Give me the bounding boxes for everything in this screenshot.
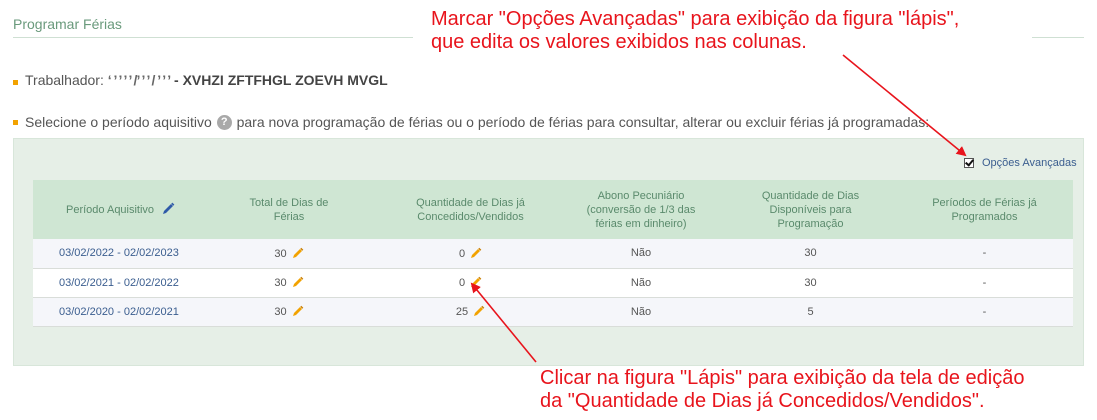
granted-days-cell: 25 [384, 297, 557, 327]
table-row[interactable]: 03/02/2021 - 02/02/2022 30 0 Não 30 - [33, 268, 1073, 298]
help-icon[interactable]: ? [216, 115, 232, 130]
column-header-available: Quantidade de Dias Disponíveis para Prog… [725, 180, 896, 239]
column-header-granted: Quantidade de Dias já Concedidos/Vendido… [384, 180, 557, 239]
vacation-periods-table: Período Aquisitivo Total de Dias de Féri… [33, 180, 1073, 327]
instruction-text-before: Selecione o período aquisitivo [25, 114, 212, 130]
instruction-text-after: para nova programação de férias ou o per… [236, 114, 930, 130]
edit-pencil-icon[interactable] [162, 202, 175, 215]
pencil-icon[interactable] [470, 276, 482, 288]
annotation-pencil-click: Clicar na figura "Lápis" para exibição d… [540, 367, 1025, 412]
vacation-periods-panel: Opções Avançadas Período Aquisitivo Tota… [13, 138, 1084, 366]
pencil-icon[interactable] [292, 305, 304, 317]
granted-days-cell: 0 [384, 268, 557, 298]
programmed-periods-cell: - [896, 239, 1073, 269]
advanced-options-checkbox[interactable] [964, 158, 974, 168]
period-link[interactable]: 03/02/2020 - 02/02/2021 [33, 297, 194, 327]
table-header-row: Período Aquisitivo Total de Dias de Féri… [33, 180, 1073, 239]
column-header-abono: Abono Pecuniário (conversão de 1/3 das f… [557, 180, 725, 239]
worker-label: Trabalhador: [25, 72, 104, 88]
title-divider-right [1032, 37, 1084, 38]
worker-id: ‘ ’ ’ ’ ’ /’ ’ ’ / ’ ’ ’ [107, 72, 171, 88]
table-row[interactable]: 03/02/2022 - 02/02/2023 30 0 Não 30 - [33, 239, 1073, 269]
abono-cell: Não [557, 297, 725, 327]
instruction-line: Selecione o período aquisitivo ? para no… [25, 114, 929, 130]
column-header-total: Total de Dias de Férias [194, 180, 384, 239]
total-days-cell: 30 [194, 297, 384, 327]
period-link[interactable]: 03/02/2021 - 02/02/2022 [33, 268, 194, 298]
title-divider [13, 37, 413, 38]
abono-cell: Não [557, 268, 725, 298]
bullet-icon [13, 120, 18, 125]
advanced-options-toggle[interactable]: Opções Avançadas [964, 157, 1077, 169]
period-link[interactable]: 03/02/2022 - 02/02/2023 [33, 239, 194, 269]
pencil-icon[interactable] [292, 276, 304, 288]
granted-days-cell: 0 [384, 239, 557, 269]
advanced-options-label[interactable]: Opções Avançadas [982, 157, 1077, 169]
worker-name: - XVHZI ZFTFHGL ZOEVH MVGL [174, 72, 388, 88]
available-days-cell: 30 [725, 268, 896, 298]
programmed-periods-cell: - [896, 268, 1073, 298]
pencil-icon[interactable] [473, 305, 485, 317]
available-days-cell: 5 [725, 297, 896, 327]
total-days-cell: 30 [194, 268, 384, 298]
table-row[interactable]: 03/02/2020 - 02/02/2021 30 25 Não 5 - [33, 297, 1073, 327]
worker-line: Trabalhador: ‘ ’ ’ ’ ’ /’ ’ ’ / ’ ’ ’ - … [25, 72, 388, 88]
bullet-icon [13, 80, 18, 85]
column-header-programmed: Períodos de Férias já Programados [896, 180, 1073, 239]
available-days-cell: 30 [725, 239, 896, 269]
annotation-advanced-options: Marcar "Opções Avançadas" para exibição … [431, 8, 960, 53]
abono-cell: Não [557, 239, 725, 269]
programmed-periods-cell: - [896, 297, 1073, 327]
pencil-icon[interactable] [292, 247, 304, 259]
page-title: Programar Férias [13, 16, 122, 32]
column-header-period: Período Aquisitivo [33, 180, 194, 239]
pencil-icon[interactable] [470, 247, 482, 259]
total-days-cell: 30 [194, 239, 384, 269]
